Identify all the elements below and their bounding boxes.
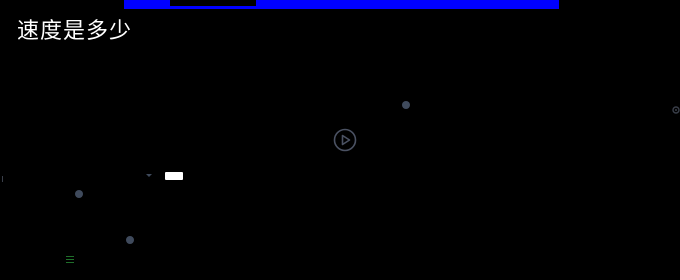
left-edge-tick: [2, 176, 3, 182]
play-button[interactable]: [333, 128, 357, 152]
hamburger-icon[interactable]: [66, 256, 74, 263]
marker-dot[interactable]: [126, 236, 134, 244]
gear-icon[interactable]: [671, 100, 680, 114]
top-accent-bar-notch: [170, 0, 256, 6]
hamburger-line: [66, 259, 74, 260]
marker-dot[interactable]: [75, 190, 83, 198]
selected-chip[interactable]: [165, 172, 183, 180]
chevron-down-icon[interactable]: [146, 174, 152, 177]
marker-dot[interactable]: [402, 101, 410, 109]
play-circle-icon: [333, 128, 357, 152]
page-title: 速度是多少: [17, 19, 133, 44]
hamburger-line: [66, 256, 74, 257]
hamburger-line: [66, 262, 74, 263]
